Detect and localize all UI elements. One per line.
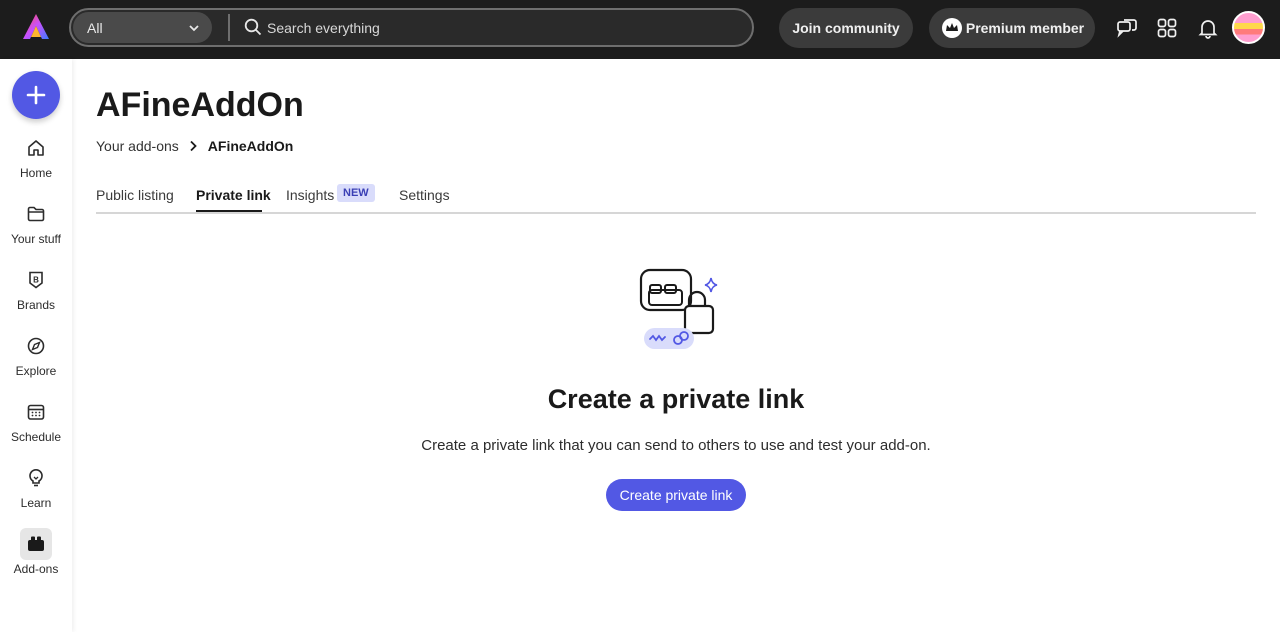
app-logo-icon[interactable] <box>22 13 50 41</box>
rail-item-label: Explore <box>15 364 57 378</box>
plus-icon <box>26 85 46 105</box>
page-title: AFineAddOn <box>96 86 304 124</box>
premium-member-button[interactable]: Premium member <box>929 8 1095 48</box>
apps-grid-icon[interactable] <box>1156 17 1178 39</box>
avatar[interactable] <box>1232 11 1265 44</box>
search-scope-value: All <box>87 19 103 36</box>
create-private-link-button[interactable]: Create private link <box>606 479 746 511</box>
tab-settings[interactable]: Settings <box>399 187 450 203</box>
addons-icon <box>28 536 44 551</box>
folder-icon <box>27 206 45 222</box>
breadcrumb-parent-link[interactable]: Your add-ons <box>96 138 179 154</box>
top-bar: All Join community Premium member <box>0 0 1280 59</box>
create-button[interactable] <box>12 71 60 119</box>
search-input[interactable] <box>267 14 737 41</box>
empty-state-title: Create a private link <box>547 384 805 414</box>
lightbulb-icon <box>29 469 43 487</box>
breadcrumb-current: AFineAddOn <box>207 138 294 154</box>
join-community-label: Join community <box>792 20 900 36</box>
left-rail: Home Your stuff B Brands Explore Schedul… <box>0 59 72 632</box>
rail-item-label: Learn <box>20 496 52 510</box>
rail-item-label: Your stuff <box>10 232 62 246</box>
tab-insights[interactable]: Insights <box>286 187 334 203</box>
search-divider <box>228 14 230 41</box>
rail-item-add-ons[interactable]: Add-ons <box>0 528 72 594</box>
svg-text:B: B <box>33 276 39 285</box>
bell-icon[interactable] <box>1197 17 1219 39</box>
chevron-down-icon <box>189 25 199 32</box>
new-badge: NEW <box>337 184 375 202</box>
empty-state-description: Create a private link that you can send … <box>421 437 931 454</box>
tab-public-listing[interactable]: Public listing <box>96 187 174 203</box>
search-scope-dropdown[interactable]: All <box>73 12 212 43</box>
chevron-right-icon <box>190 140 197 152</box>
chat-icon[interactable] <box>1116 17 1138 39</box>
tab-bar: Public listing Private link Insights NEW… <box>96 183 1256 214</box>
private-link-illustration-icon <box>639 268 718 349</box>
rail-item-learn[interactable]: Learn <box>0 468 72 528</box>
premium-member-label: Premium member <box>965 20 1085 36</box>
brand-icon: B <box>29 271 43 289</box>
crown-icon <box>942 18 962 38</box>
home-icon <box>28 140 44 156</box>
rail-item-label: Brands <box>16 298 56 312</box>
search-icon <box>244 18 262 36</box>
tab-private-link[interactable]: Private link <box>196 187 271 203</box>
search-bar: All <box>69 8 754 47</box>
rail-item-home[interactable]: Home <box>0 138 72 198</box>
join-community-button[interactable]: Join community <box>779 8 913 48</box>
rail-item-brands[interactable]: B Brands <box>0 270 72 330</box>
breadcrumb: Your add-ons AFineAddOn <box>96 138 293 154</box>
create-private-link-label: Create private link <box>619 487 733 503</box>
rail-item-label: Add-ons <box>13 562 59 576</box>
rail-item-your-stuff[interactable]: Your stuff <box>0 204 72 264</box>
active-tab-indicator <box>196 210 262 212</box>
rail-item-label: Home <box>19 166 52 180</box>
compass-icon <box>27 337 45 355</box>
